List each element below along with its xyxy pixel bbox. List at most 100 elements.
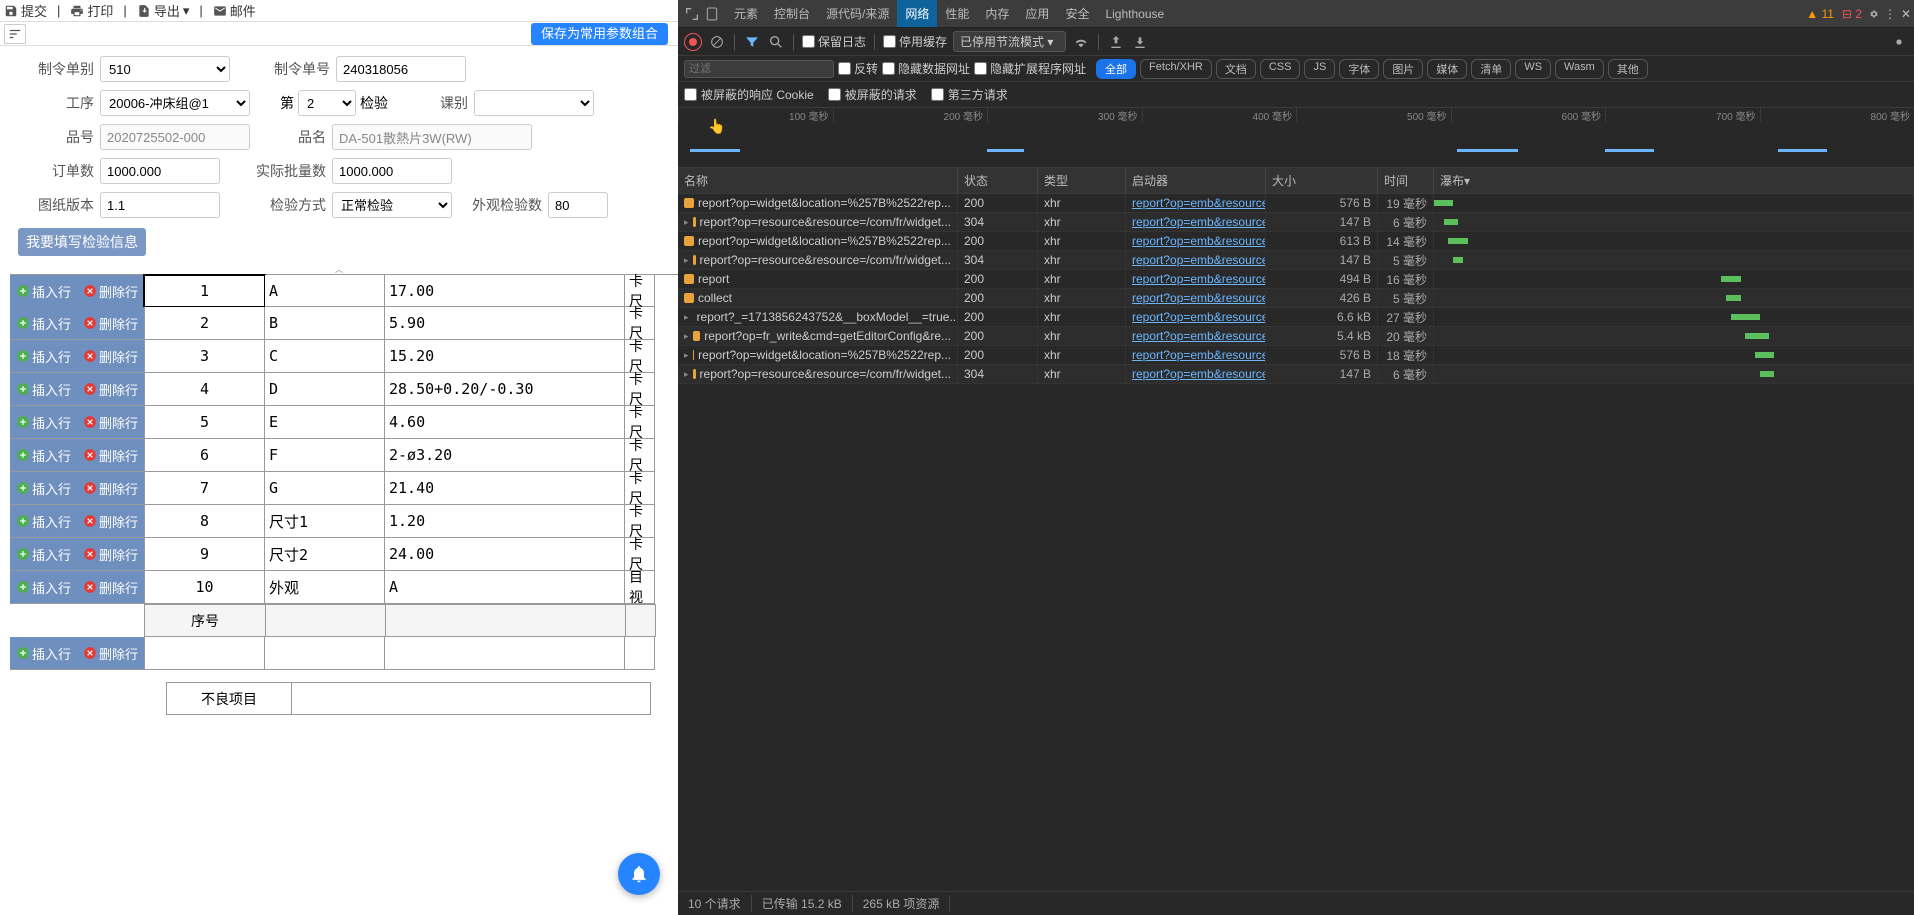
defect-cell[interactable] xyxy=(291,682,651,715)
table-cell-code[interactable]: 尺寸1 xyxy=(265,505,385,538)
filter-pill-图片[interactable]: 图片 xyxy=(1383,59,1423,79)
table-cell-spec[interactable]: 5.90 xyxy=(385,307,625,340)
insert-row-button[interactable]: 插入行 xyxy=(10,505,77,538)
class-select[interactable] xyxy=(474,90,594,116)
hide-ext-urls-checkbox[interactable]: 隐藏扩展程序网址 xyxy=(974,60,1086,77)
table-cell[interactable] xyxy=(385,637,625,670)
insert-row-button[interactable]: 插入行 xyxy=(10,373,77,406)
drawing-ver-input[interactable] xyxy=(100,192,220,218)
table-cell-spec[interactable]: 17.00 xyxy=(385,275,625,307)
col-initiator[interactable]: 启动器 xyxy=(1126,168,1266,193)
table-cell-seq[interactable]: 6 xyxy=(144,439,265,472)
third-party-checkbox[interactable]: 第三方请求 xyxy=(931,86,1008,103)
insert-row-button[interactable]: 插入行 xyxy=(10,275,77,308)
col-type[interactable]: 类型 xyxy=(1038,168,1126,193)
delete-row-button[interactable]: 删除行 xyxy=(77,373,144,406)
tab-性能[interactable]: 性能 xyxy=(937,0,977,27)
tab-应用[interactable]: 应用 xyxy=(1017,0,1057,27)
table-cell-seq[interactable]: 8 xyxy=(144,505,265,538)
export-button[interactable]: 导出 ▾ xyxy=(137,1,190,20)
order-no-input[interactable] xyxy=(336,56,466,82)
filter-pill-全部[interactable]: 全部 xyxy=(1096,59,1136,79)
table-cell-code[interactable]: 尺寸2 xyxy=(265,538,385,571)
actual-qty-input[interactable] xyxy=(332,158,452,184)
filter-pill-Wasm[interactable]: Wasm xyxy=(1555,59,1604,79)
record-button[interactable] xyxy=(684,33,702,51)
filter-icon[interactable] xyxy=(743,33,761,51)
net-settings-icon[interactable] xyxy=(1890,33,1908,51)
delete-row-button[interactable]: 删除行 xyxy=(77,275,144,308)
insert-row-button[interactable]: 插入行 xyxy=(10,637,77,670)
cell-initiator[interactable]: report?op=emb&resource xyxy=(1126,289,1266,307)
filter-pill-Fetch/XHR[interactable]: Fetch/XHR xyxy=(1140,59,1212,79)
filter-pill-文档[interactable]: 文档 xyxy=(1216,59,1256,79)
warning-count[interactable]: ▲ 11 xyxy=(1802,7,1838,21)
insert-row-button[interactable]: 插入行 xyxy=(10,439,77,472)
tab-元素[interactable]: 元素 xyxy=(726,0,766,27)
table-cell[interactable] xyxy=(265,637,385,670)
table-cell-seq[interactable]: 10 xyxy=(144,571,265,604)
tab-Lighthouse[interactable]: Lighthouse xyxy=(1097,0,1172,27)
filter-pill-媒体[interactable]: 媒体 xyxy=(1427,59,1467,79)
cell-initiator[interactable]: report?op=emb&resource xyxy=(1126,194,1266,212)
insert-row-button[interactable]: 插入行 xyxy=(10,406,77,439)
delete-row-button[interactable]: 删除行 xyxy=(77,637,144,670)
filter-pill-字体[interactable]: 字体 xyxy=(1339,59,1379,79)
save-combo-button[interactable]: 保存为常用参数组合 xyxy=(531,23,668,45)
network-row[interactable]: ▸report?op=fr_write&cmd=getEditorConfig&… xyxy=(678,327,1914,346)
filter-pill-JS[interactable]: JS xyxy=(1304,59,1335,79)
delete-row-button[interactable]: 删除行 xyxy=(77,538,144,571)
network-row[interactable]: ▸report?op=resource&resource=/com/fr/wid… xyxy=(678,213,1914,232)
insert-row-button[interactable]: 插入行 xyxy=(10,472,77,505)
table-cell-code[interactable]: D xyxy=(265,373,385,406)
table-cell-seq[interactable]: 1 xyxy=(144,275,265,307)
delete-row-button[interactable]: 删除行 xyxy=(77,307,144,340)
upload-icon[interactable] xyxy=(1107,33,1125,51)
delete-row-button[interactable]: 删除行 xyxy=(77,439,144,472)
process-select[interactable]: 20006-冲床组@1 xyxy=(100,90,250,116)
col-time[interactable]: 时间 xyxy=(1378,168,1434,193)
download-icon[interactable] xyxy=(1131,33,1149,51)
network-row[interactable]: report?op=widget&location=%257B%2522rep.… xyxy=(678,194,1914,213)
cell-initiator[interactable]: report?op=emb&resource xyxy=(1126,270,1266,288)
blocked-req-checkbox[interactable]: 被屏蔽的请求 xyxy=(828,86,917,103)
tab-源代码/来源[interactable]: 源代码/来源 xyxy=(818,0,897,27)
submit-button[interactable]: 提交 xyxy=(4,1,47,20)
tab-网络[interactable]: 网络 xyxy=(897,0,937,27)
search-icon[interactable] xyxy=(767,33,785,51)
network-row[interactable]: report?op=widget&location=%257B%2522rep.… xyxy=(678,232,1914,251)
table-cell-spec[interactable]: A xyxy=(385,571,625,604)
network-row[interactable]: ▸report?op=resource&resource=/com/fr/wid… xyxy=(678,365,1914,384)
wifi-icon[interactable] xyxy=(1072,33,1090,51)
throttle-select[interactable]: 已停用节流模式 ▾ xyxy=(953,31,1066,52)
table-cell-seq[interactable]: 4 xyxy=(144,373,265,406)
table-cell-seq[interactable]: 5 xyxy=(144,406,265,439)
col-name[interactable]: 名称 xyxy=(678,168,958,193)
network-timeline[interactable]: 100 毫秒200 毫秒300 毫秒400 毫秒500 毫秒600 毫秒700 … xyxy=(678,108,1914,168)
col-waterfall[interactable]: 瀑布 ▾ xyxy=(1434,168,1914,193)
delete-row-button[interactable]: 删除行 xyxy=(77,406,144,439)
table-cell-spec[interactable]: 15.20 xyxy=(385,340,625,373)
filter-pill-WS[interactable]: WS xyxy=(1515,59,1551,79)
cell-initiator[interactable]: report?op=emb&resource xyxy=(1126,232,1266,250)
close-devtools-icon[interactable]: ✕ xyxy=(1898,6,1914,22)
fab-button[interactable] xyxy=(618,853,660,895)
hide-data-urls-checkbox[interactable]: 隐藏数据网址 xyxy=(882,60,970,77)
insert-row-button[interactable]: 插入行 xyxy=(10,307,77,340)
order-qty-input[interactable] xyxy=(100,158,220,184)
tab-安全[interactable]: 安全 xyxy=(1057,0,1097,27)
table-cell-spec[interactable]: 4.60 xyxy=(385,406,625,439)
table-cell-seq[interactable]: 9 xyxy=(144,538,265,571)
blocked-cookie-checkbox[interactable]: 被屏蔽的响应 Cookie xyxy=(684,86,814,103)
params-toggle-button[interactable] xyxy=(4,24,26,44)
filter-pill-CSS[interactable]: CSS xyxy=(1260,59,1301,79)
preserve-log-checkbox[interactable]: 保留日志 xyxy=(802,33,866,50)
seq-select[interactable]: 2 xyxy=(298,90,356,116)
settings-icon[interactable] xyxy=(1866,6,1882,22)
cell-initiator[interactable]: report?op=emb&resource xyxy=(1126,327,1266,345)
disable-cache-checkbox[interactable]: 停用缓存 xyxy=(883,33,947,50)
error-count[interactable]: ⊟ 2 xyxy=(1838,7,1866,21)
table-cell-code[interactable]: C xyxy=(265,340,385,373)
table-cell-spec[interactable]: 1.20 xyxy=(385,505,625,538)
delete-row-button[interactable]: 删除行 xyxy=(77,505,144,538)
